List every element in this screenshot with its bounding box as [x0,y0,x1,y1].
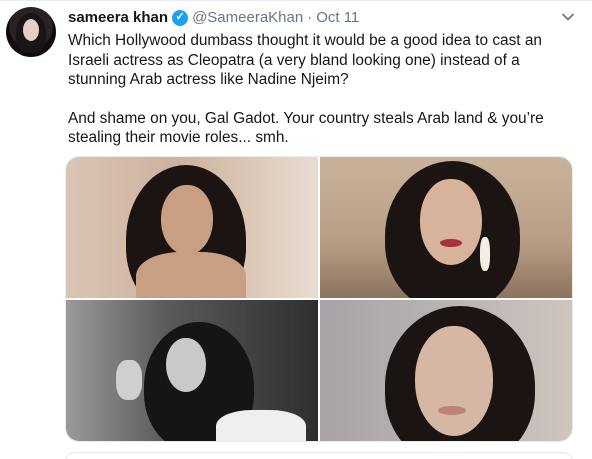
photo-2-lips [440,239,462,247]
tweet-date[interactable]: Oct 11 [316,9,359,26]
chevron-down-icon-svg [562,13,574,21]
media-grid [65,156,573,442]
avatar-face [23,19,39,41]
header-separator: · [307,9,313,26]
photo-3-hand [116,360,142,400]
photo-1-shoulder [136,252,246,298]
tweet-paragraph-2: And shame on you, Gal Gadot. Your countr… [68,109,544,147]
tweet-text: Which Hollywood dumbass thought it would… [68,31,578,148]
quoted-tweet-preview-edge [65,452,573,459]
tweet-header: sameera khan ✓ @SameeraKhan · Oct 11 [68,9,359,26]
photo-4-lips [438,406,466,415]
chevron-down-icon[interactable] [558,7,578,27]
media-photo-1[interactable] [66,157,318,298]
photo-3-face [166,338,206,392]
photo-2-face [420,179,482,265]
photo-2-earring [480,237,490,271]
avatar[interactable] [6,7,56,57]
verified-badge-icon: ✓ [172,9,189,26]
photo-4-face [415,326,493,436]
media-photo-2[interactable] [320,157,572,298]
photo-1-face [161,185,213,255]
author-handle[interactable]: @SameeraKhan [192,9,303,26]
photo-3-dress [216,410,306,441]
media-photo-3[interactable] [66,300,318,441]
author-name[interactable]: sameera khan [68,9,168,26]
tweet[interactable]: sameera khan ✓ @SameeraKhan · Oct 11 Whi… [0,0,592,459]
media-photo-4[interactable] [320,300,572,441]
tweet-paragraph-1: Which Hollywood dumbass thought it would… [68,32,542,88]
